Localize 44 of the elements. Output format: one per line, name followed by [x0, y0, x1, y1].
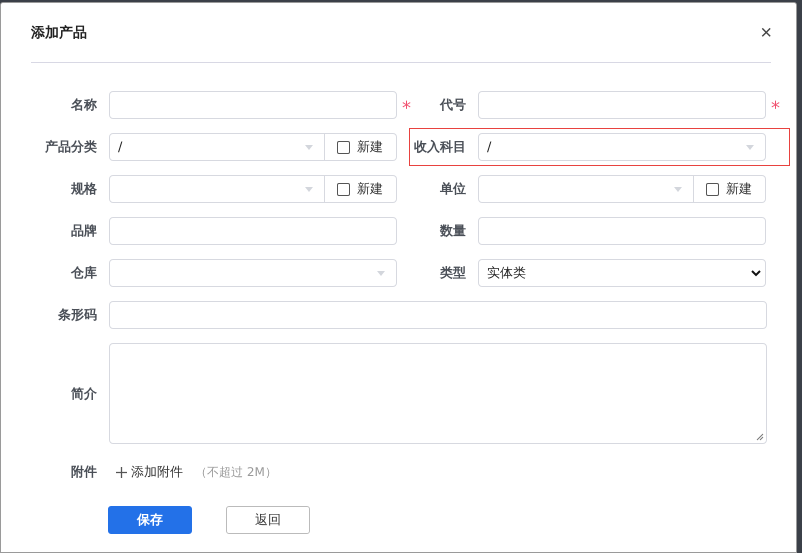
input-field[interactable] [109, 217, 397, 245]
chevron-down-icon [751, 270, 761, 277]
required-mark: * [402, 98, 411, 118]
new-checkbox[interactable]: 新建 [694, 175, 766, 203]
add-attachment-button[interactable]: 添加附件 [109, 463, 183, 481]
field-label: 名称 [70, 97, 97, 114]
select-field[interactable] [109, 259, 397, 287]
field-label: 类型 [438, 265, 466, 282]
field-label: 单位 [439, 181, 466, 198]
input-field[interactable] [478, 91, 766, 119]
field-label: 产品分类 [44, 138, 97, 156]
input-field[interactable] [109, 301, 767, 329]
new-checkbox[interactable]: 新建 [325, 175, 397, 203]
input-field[interactable] [478, 217, 766, 245]
dropdown-select[interactable]: 实体类 [478, 259, 766, 287]
caret-icon [746, 145, 754, 150]
save-button[interactable]: 保存 [108, 506, 192, 534]
field-label: 数量 [438, 223, 466, 240]
caret-icon [305, 187, 313, 192]
new-checkbox[interactable]: 新建 [325, 133, 397, 161]
field-label: 代号 [438, 97, 466, 114]
field-label: 附件 [70, 464, 97, 481]
close-button[interactable]: × [756, 23, 776, 43]
plus-icon [116, 466, 127, 478]
field-label: 品牌 [70, 223, 97, 240]
back-button[interactable]: 返回 [226, 506, 310, 534]
textarea-field[interactable] [109, 343, 767, 444]
caret-icon [377, 271, 385, 276]
dialog-title: 添加产品 [31, 24, 87, 42]
select-field[interactable]: / [478, 133, 766, 161]
select-field[interactable] [478, 175, 694, 203]
input-field[interactable] [109, 91, 397, 119]
field-label: 仓库 [70, 264, 97, 282]
select-field[interactable]: / [109, 133, 325, 161]
size-hint: （不超过 2M） [195, 464, 277, 480]
select-field[interactable] [109, 175, 325, 203]
field-label: 简介 [70, 386, 97, 402]
caret-icon [674, 187, 682, 192]
resize-grip-icon[interactable] [756, 433, 764, 441]
field-label: 条形码 [57, 307, 97, 324]
caret-icon [305, 145, 313, 150]
field-label: 收入科目 [413, 138, 466, 156]
field-label: 规格 [70, 181, 97, 198]
required-mark: * [771, 98, 780, 118]
